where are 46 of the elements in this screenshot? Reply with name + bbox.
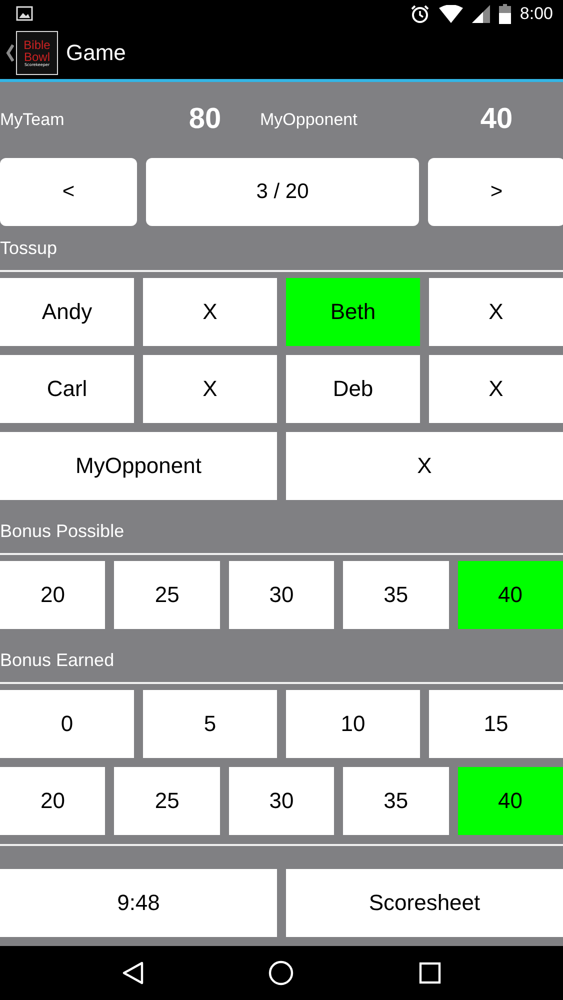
option-button[interactable]: Carl <box>0 354 134 423</box>
alarm-icon <box>410 4 430 24</box>
option-button[interactable]: X <box>143 354 277 423</box>
option-button[interactable]: 0 <box>0 690 134 758</box>
option-button[interactable]: Beth <box>286 278 420 346</box>
status-time: 8:00 <box>520 4 553 24</box>
wifi-icon <box>438 4 463 23</box>
battery-icon <box>498 4 511 24</box>
section-label: Bonus Possible <box>0 520 126 543</box>
option-button[interactable]: 40 <box>458 560 563 629</box>
back-icon[interactable] <box>6 44 14 62</box>
timer-button[interactable]: 9:48 <box>0 868 277 937</box>
option-button[interactable]: 25 <box>114 560 220 629</box>
option-button[interactable]: 30 <box>228 766 334 835</box>
option-button[interactable]: 35 <box>343 766 449 835</box>
option-button[interactable]: X <box>143 278 277 346</box>
previous-button[interactable]: < <box>0 158 137 226</box>
section-label: Bonus Earned <box>0 648 116 672</box>
option-button[interactable]: 10 <box>286 690 420 758</box>
section-label: Tossup <box>0 236 58 260</box>
option-button[interactable]: 40 <box>458 766 563 835</box>
scoresheet-button[interactable]: Scoresheet <box>286 868 563 937</box>
option-button[interactable]: 20 <box>0 766 106 835</box>
team-score: 40 <box>479 103 514 136</box>
option-button[interactable]: 25 <box>114 766 220 835</box>
option-button[interactable]: Andy <box>0 278 134 346</box>
home-icon[interactable] <box>268 960 294 986</box>
image-icon <box>16 6 33 22</box>
screen-title: Game <box>66 40 126 66</box>
option-button[interactable]: 30 <box>228 560 334 629</box>
team-score: 80 <box>188 103 222 136</box>
option-button[interactable]: X <box>429 278 563 346</box>
next-button[interactable]: > <box>428 158 563 226</box>
option-button[interactable]: MyOpponent <box>0 432 277 500</box>
recents-icon[interactable] <box>418 962 441 984</box>
team-name: MyTeam <box>0 110 66 130</box>
option-button[interactable]: 20 <box>0 560 106 629</box>
option-button[interactable]: 15 <box>429 690 563 758</box>
team-name: MyOpponent <box>260 110 358 130</box>
option-button[interactable]: 35 <box>343 560 449 629</box>
option-button[interactable]: X <box>429 354 563 423</box>
question-button[interactable]: 3 / 20 <box>146 158 419 226</box>
signal-icon <box>472 4 490 23</box>
option-button[interactable]: 5 <box>143 690 277 758</box>
option-button[interactable]: X <box>286 432 563 500</box>
option-button[interactable]: Deb <box>286 354 420 423</box>
